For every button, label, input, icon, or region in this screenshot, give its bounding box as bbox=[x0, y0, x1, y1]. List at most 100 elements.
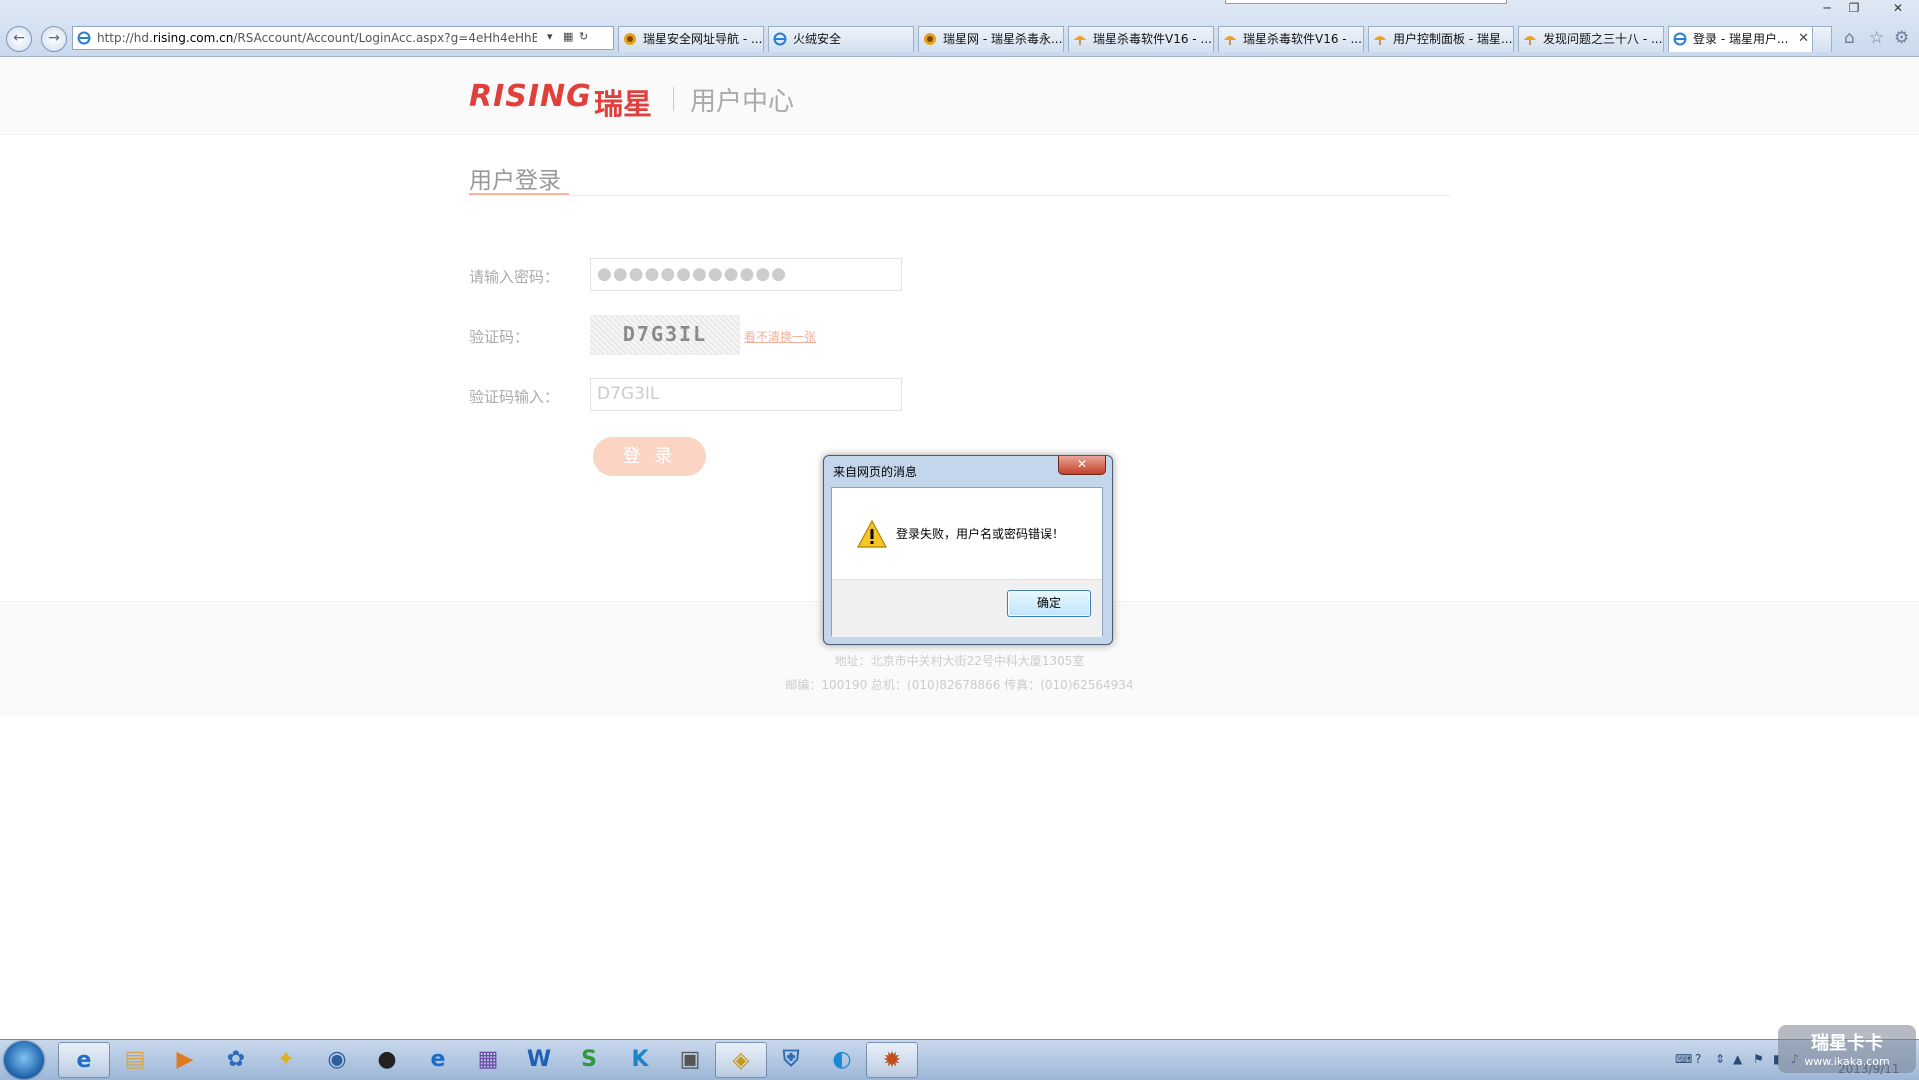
taskbar: e▤▶✿✦◉●e▦WSK▣◈⛨◐✹ ⌨ ? ⇕ ▲ ⚑ ▮ ♪ 2013/9/1… bbox=[0, 1039, 1919, 1080]
site-header: RISING 瑞星 用户中心 bbox=[0, 57, 1919, 135]
archive-taskbar-button[interactable]: ▦ bbox=[462, 1042, 514, 1078]
rising-umbrella-icon bbox=[1224, 36, 1236, 45]
word-icon: W bbox=[526, 1047, 552, 1072]
close-window-button[interactable]: ✕ bbox=[1880, 0, 1916, 18]
minimize-button[interactable]: ─ bbox=[1814, 0, 1840, 18]
maximize-button[interactable]: ❐ bbox=[1841, 0, 1867, 18]
dialog-button-bar: 确定 bbox=[832, 579, 1102, 637]
watermark-url: www.ikaka.com bbox=[1804, 1055, 1890, 1068]
tab-6[interactable]: 发现问题之三十八 - ... bbox=[1518, 26, 1664, 52]
gear-icon[interactable]: ⚙ bbox=[1894, 28, 1909, 48]
ie-icon bbox=[1673, 32, 1687, 46]
footer-contact: 邮编：100190 总机：(010)82678866 传真：(010)62564… bbox=[785, 678, 1134, 692]
tab-label: 瑞星杀毒软件V16 - ... bbox=[1243, 32, 1362, 46]
refresh-captcha-link[interactable]: 看不清换一张 bbox=[744, 328, 816, 345]
media-player-taskbar-button[interactable]: ▶ bbox=[159, 1042, 211, 1078]
rising-logo[interactable]: RISING bbox=[469, 79, 592, 114]
calendar-taskbar-button[interactable]: ▣ bbox=[664, 1042, 716, 1078]
rising-lion-icon bbox=[924, 33, 936, 45]
refresh-icon[interactable]: ↻ bbox=[579, 30, 588, 43]
arrow-right-icon: → bbox=[48, 30, 60, 46]
app-taskbar-button-4[interactable]: ◐ bbox=[816, 1042, 868, 1078]
app-2-icon: ✦ bbox=[276, 1047, 296, 1072]
heading-divider bbox=[469, 195, 1450, 196]
ok-button[interactable]: 确定 bbox=[1007, 590, 1091, 617]
search-box-edge bbox=[1225, 0, 1507, 4]
tab-7[interactable]: 登录 - 瑞星用户... ✕ bbox=[1668, 26, 1814, 52]
warning-icon bbox=[857, 520, 887, 548]
site-title: 用户中心 bbox=[690, 87, 795, 117]
tab-label: 瑞星网 - 瑞星杀毒永... bbox=[943, 32, 1063, 46]
tab-label: 瑞星安全网址导航 - ... bbox=[643, 32, 763, 46]
tab-2[interactable]: 瑞星网 - 瑞星杀毒永... bbox=[918, 26, 1064, 52]
ie-icon: e bbox=[76, 1048, 92, 1073]
captcha-label: 验证码： bbox=[469, 328, 530, 346]
close-tab-icon[interactable]: ✕ bbox=[1798, 27, 1809, 51]
app-taskbar-button-1[interactable]: ✿ bbox=[210, 1042, 262, 1078]
tab-5[interactable]: 用户控制面板 - 瑞星... bbox=[1368, 26, 1514, 52]
dialog-title: 来自网页的消息 bbox=[833, 465, 918, 479]
compatibility-view-icon[interactable]: ▦ bbox=[563, 30, 573, 43]
help-icon[interactable]: ? bbox=[1695, 1052, 1701, 1066]
explorer-icon: ▤ bbox=[124, 1047, 146, 1072]
tab-4[interactable]: 瑞星杀毒软件V16 - ... bbox=[1218, 26, 1364, 52]
tab-0[interactable]: 瑞星安全网址导航 - ... bbox=[618, 26, 764, 52]
security-shield-taskbar-button[interactable]: ⛨ bbox=[765, 1042, 817, 1078]
media-player-icon: ▶ bbox=[176, 1047, 194, 1072]
app-4-icon: ◐ bbox=[832, 1047, 852, 1072]
url-text[interactable]: http://hd.rising.com.cn/RSAccount/Accoun… bbox=[97, 31, 537, 47]
password-label: 请输入密码： bbox=[469, 268, 560, 286]
show-hidden-icons-icon[interactable]: ▲ bbox=[1733, 1052, 1742, 1066]
rising-lion-icon bbox=[624, 33, 636, 45]
tab-label: 发现问题之三十八 - ... bbox=[1543, 32, 1663, 46]
login-heading: 用户登录 bbox=[469, 168, 561, 194]
keyboard-icon[interactable]: ⌨ bbox=[1675, 1052, 1692, 1066]
calendar-icon: ▣ bbox=[679, 1047, 701, 1072]
qq-icon: ● bbox=[377, 1047, 397, 1072]
tab-label: 用户控制面板 - 瑞星... bbox=[1393, 32, 1513, 46]
tab-strip: 瑞星安全网址导航 - ... 火绒安全 瑞星网 - 瑞星杀毒永... 瑞星杀毒软件V1… bbox=[618, 26, 1814, 52]
captcha-input-label: 验证码输入： bbox=[469, 388, 560, 406]
rising-umbrella-icon bbox=[1374, 36, 1386, 45]
rising-antivirus-icon: ◈ bbox=[732, 1048, 750, 1073]
tray-expand-icon[interactable]: ⇕ bbox=[1715, 1052, 1725, 1066]
explorer-taskbar-button[interactable]: ▤ bbox=[109, 1042, 161, 1078]
start-button[interactable] bbox=[4, 1041, 44, 1079]
k-app-taskbar-button[interactable]: K bbox=[614, 1042, 666, 1078]
app-taskbar-button-3[interactable]: ◉ bbox=[311, 1042, 363, 1078]
rising-umbrella-icon bbox=[1524, 36, 1536, 45]
dropdown-arrow-icon[interactable]: ▾ bbox=[547, 30, 553, 43]
captcha-image[interactable]: D7G3IL bbox=[590, 315, 740, 355]
action-center-flag-icon[interactable]: ⚑ bbox=[1753, 1052, 1764, 1066]
browser-taskbar-button[interactable]: e bbox=[412, 1042, 464, 1078]
word-taskbar-button[interactable]: W bbox=[513, 1042, 565, 1078]
forward-button[interactable]: → bbox=[41, 26, 67, 52]
back-button[interactable]: ← bbox=[6, 26, 32, 52]
arrow-left-icon: ← bbox=[13, 30, 25, 46]
rising-antivirus-taskbar-button[interactable]: ◈ bbox=[715, 1042, 767, 1078]
footer-address: 地址：北京市中关村大街22号中科大厦1305室 bbox=[834, 654, 1085, 668]
favorites-star-icon[interactable]: ☆ bbox=[1869, 28, 1884, 48]
home-icon[interactable]: ⌂ bbox=[1844, 28, 1855, 48]
password-input[interactable]: ●●●●●●●●●●●● bbox=[590, 258, 902, 291]
qq-taskbar-button[interactable]: ● bbox=[361, 1042, 413, 1078]
app-taskbar-button-2[interactable]: ✦ bbox=[260, 1042, 312, 1078]
tab-1[interactable]: 火绒安全 bbox=[768, 26, 914, 52]
watermark-title: 瑞星卡卡 bbox=[1811, 1033, 1883, 1054]
address-bar[interactable]: http://hd.rising.com.cn/RSAccount/Accoun… bbox=[72, 26, 614, 50]
game-icon: ✹ bbox=[882, 1048, 902, 1073]
browser-icon: e bbox=[430, 1047, 446, 1072]
app-3-icon: ◉ bbox=[327, 1047, 347, 1072]
captcha-input[interactable]: D7G3IL bbox=[590, 378, 902, 411]
game-taskbar-button[interactable]: ✹ bbox=[866, 1042, 918, 1078]
login-button[interactable]: 登 录 bbox=[593, 437, 706, 476]
ie-taskbar-button[interactable]: e bbox=[58, 1042, 110, 1078]
new-tab-button[interactable] bbox=[1812, 26, 1832, 52]
heading-accent bbox=[469, 193, 569, 195]
tab-label: 火绒安全 bbox=[793, 32, 842, 46]
tab-3[interactable]: 瑞星杀毒软件V16 - ... bbox=[1068, 26, 1214, 52]
dialog-close-button[interactable]: ✕ bbox=[1058, 456, 1106, 475]
alert-dialog: 来自网页的消息 ✕ 登录失败，用户名或密码错误！ 确定 bbox=[823, 455, 1113, 645]
spreadsheet-taskbar-button[interactable]: S bbox=[563, 1042, 615, 1078]
browser-chrome: ─ ❐ ✕ ← → http://hd.rising.com.cn/RSAcco… bbox=[0, 0, 1919, 57]
